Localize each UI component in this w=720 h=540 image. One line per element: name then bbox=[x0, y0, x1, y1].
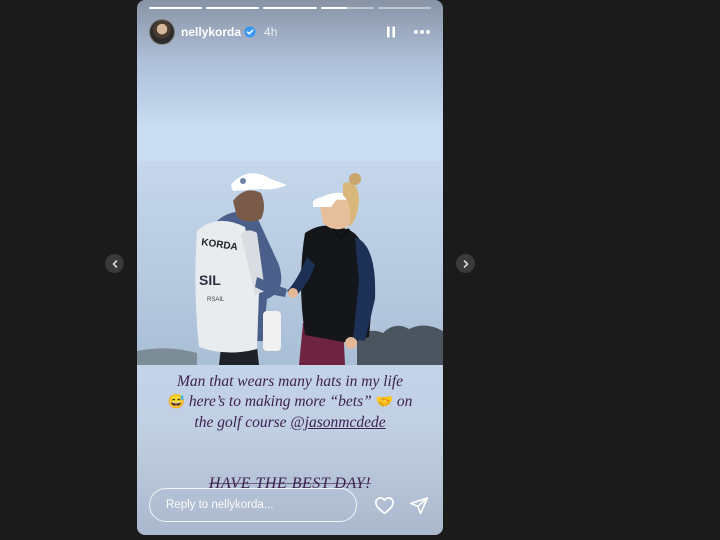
caption-line-1: Man that wears many hats in my life bbox=[176, 373, 404, 390]
pause-icon bbox=[387, 26, 395, 38]
progress-segment bbox=[149, 7, 203, 9]
story-header: nellykorda 4h bbox=[149, 18, 431, 46]
caption-line-3-text: the golf course bbox=[194, 414, 291, 431]
story-caption: Man that wears many hats in my life 😅 he… bbox=[137, 372, 443, 433]
mention-link[interactable]: @jasonmcdede bbox=[290, 414, 385, 431]
more-options-button[interactable] bbox=[413, 29, 431, 35]
progress-segment bbox=[377, 7, 432, 9]
story-progress bbox=[149, 7, 432, 9]
share-button[interactable] bbox=[409, 496, 429, 515]
heart-icon bbox=[375, 496, 394, 514]
like-button[interactable] bbox=[374, 496, 395, 515]
caption-line-2-tail: on bbox=[393, 393, 413, 410]
verified-badge-icon bbox=[244, 26, 256, 38]
chevron-right-icon bbox=[463, 259, 468, 268]
story-viewer[interactable]: nellykorda 4h KORDA SIL RSAIL Man that w… bbox=[137, 0, 443, 535]
send-icon bbox=[409, 496, 429, 514]
caption-line-2: 😅 here’s to making more “bets” 🤝 on bbox=[137, 392, 443, 413]
caption-line-3: the golf course @jasonmcdede bbox=[137, 413, 443, 433]
username[interactable]: nellykorda bbox=[181, 25, 241, 39]
pause-button[interactable] bbox=[385, 25, 397, 39]
handshake-emoji: 🤝 bbox=[375, 395, 394, 410]
previous-story-button[interactable] bbox=[105, 254, 124, 273]
progress-segment bbox=[206, 7, 260, 9]
reply-input[interactable] bbox=[149, 488, 357, 522]
chevron-left-icon bbox=[112, 259, 117, 268]
story-photo: KORDA SIL RSAIL bbox=[137, 161, 443, 365]
caddie-vest-logo: SIL bbox=[199, 272, 221, 288]
progress-segment bbox=[263, 7, 317, 9]
more-icon bbox=[414, 30, 430, 34]
reply-bar bbox=[149, 487, 429, 523]
caption-line-2-text: here’s to making more “bets” bbox=[185, 393, 376, 410]
avatar[interactable] bbox=[149, 19, 175, 45]
caddie-vest-small: RSAIL bbox=[207, 297, 225, 303]
next-story-button[interactable] bbox=[456, 254, 475, 273]
post-time: 4h bbox=[264, 25, 278, 39]
sweat-smile-emoji: 😅 bbox=[167, 395, 186, 410]
progress-segment bbox=[320, 7, 374, 9]
